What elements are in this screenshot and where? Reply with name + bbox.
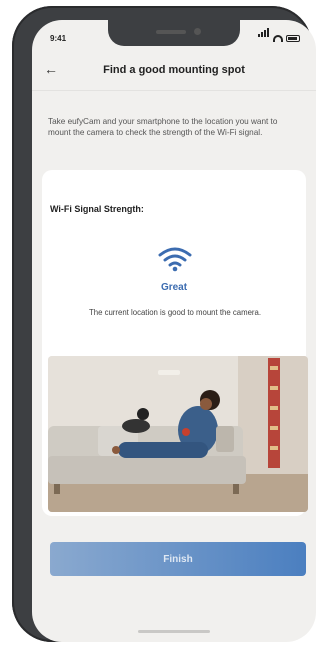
cellular-signal-icon xyxy=(258,24,270,42)
home-indicator xyxy=(138,630,210,633)
living-room-illustration xyxy=(48,356,308,512)
front-camera xyxy=(194,28,201,35)
camera-preview-image xyxy=(48,356,308,512)
header: ← Find a good mounting spot xyxy=(32,58,316,82)
signal-status: Great xyxy=(160,282,188,293)
speaker xyxy=(156,30,186,34)
signal-card-title: Wi-Fi Signal Strength: xyxy=(50,204,144,214)
signal-description: The current location is good to mount th… xyxy=(88,308,262,317)
status-icons xyxy=(258,28,300,42)
wifi-icon xyxy=(158,247,192,272)
page-title: Find a good mounting spot xyxy=(103,64,245,76)
wifi-status-icon xyxy=(273,35,283,42)
notch xyxy=(108,20,240,46)
battery-icon xyxy=(286,35,300,42)
header-divider xyxy=(32,90,316,91)
intro-text: Take eufyCam and your smartphone to the … xyxy=(48,117,278,137)
status-time: 9:41 xyxy=(50,34,67,43)
app-screen: 9:41 ← Find a good mounting spot Take eu… xyxy=(32,20,316,642)
finish-button[interactable]: Finish xyxy=(50,542,306,576)
phone-frame: 9:41 ← Find a good mounting spot Take eu… xyxy=(12,6,316,642)
